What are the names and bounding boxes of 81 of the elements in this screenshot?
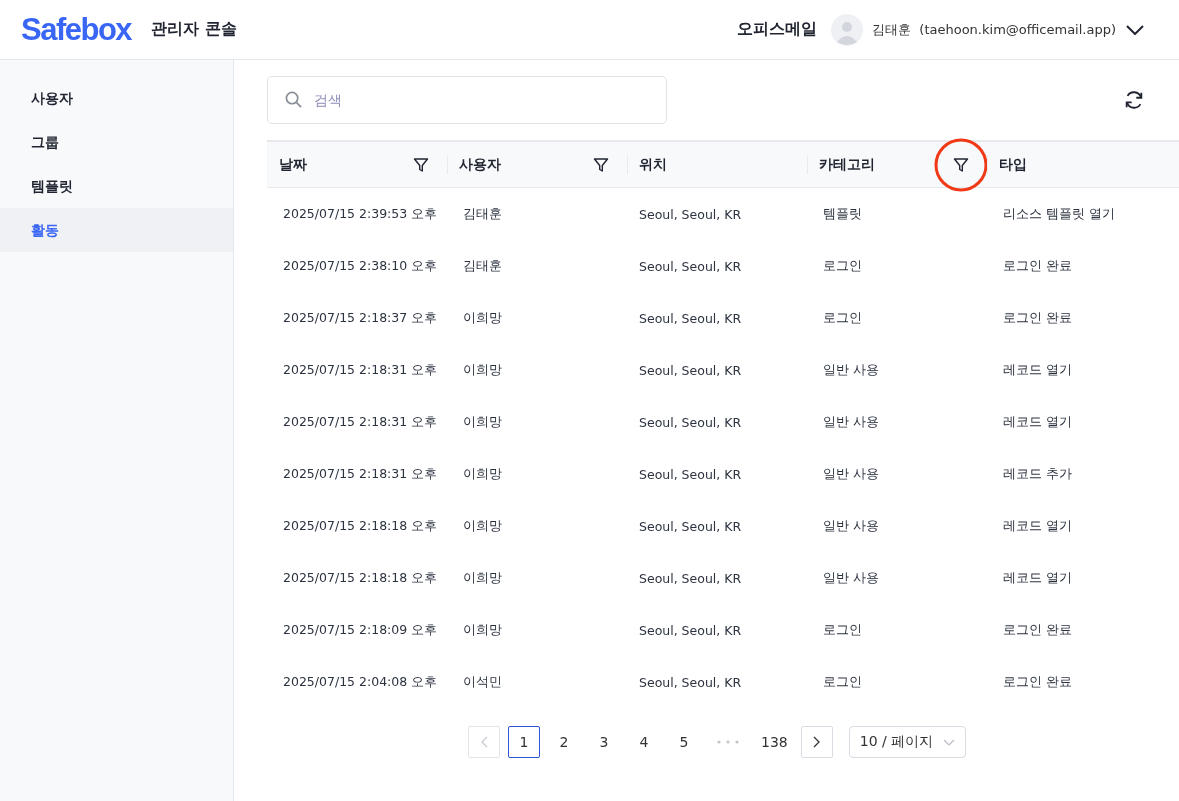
table-cell: 이희망 <box>463 621 502 639</box>
table-cell: 레코드 열기 <box>1003 517 1072 535</box>
page-button[interactable]: 1 <box>508 726 540 758</box>
table-cell: 로그인 <box>823 309 862 327</box>
table-cell: 이희망 <box>463 413 502 431</box>
table-cell: Seoul, Seoul, KR <box>639 518 742 534</box>
table-cell: 2025/07/15 2:38:10 오후 <box>283 257 438 275</box>
table-cell: Seoul, Seoul, KR <box>639 206 742 222</box>
table-cell: 로그인 완료 <box>1003 621 1072 639</box>
filter-icon[interactable] <box>593 156 609 173</box>
table-cell: Seoul, Seoul, KR <box>639 674 742 690</box>
table-cell: 이희망 <box>463 465 502 483</box>
table-cell: 레코드 추가 <box>1003 465 1072 483</box>
table-cell: 로그인 완료 <box>1003 309 1072 327</box>
page-button[interactable]: 2 <box>548 726 580 758</box>
table-cell: 레코드 열기 <box>1003 361 1072 379</box>
search-icon <box>285 91 302 108</box>
organization-name: 오피스메일 <box>737 19 818 40</box>
table-cell: 레코드 열기 <box>1003 569 1072 587</box>
column-header: 타입 <box>999 155 1027 174</box>
table-cell: 2025/07/15 2:18:18 오후 <box>283 517 438 535</box>
table-cell: 이희망 <box>463 517 502 535</box>
chevron-left-icon <box>480 736 488 748</box>
table-cell: 레코드 열기 <box>1003 413 1072 431</box>
table-cell: 이희망 <box>463 361 502 379</box>
console-title: 관리자 콘솔 <box>151 19 237 40</box>
refresh-icon[interactable] <box>1123 89 1145 111</box>
sidebar-item[interactable]: 사용자 <box>0 76 233 120</box>
table-cell: 일반 사용 <box>823 413 879 431</box>
user-name: 김태훈 <box>872 20 912 39</box>
table-cell: 김태훈 <box>463 205 502 223</box>
filter-icon[interactable] <box>413 156 429 173</box>
table-cell: Seoul, Seoul, KR <box>639 622 742 638</box>
table-cell: 로그인 <box>823 257 862 275</box>
chevron-down-icon <box>943 738 956 746</box>
table-cell: 이희망 <box>463 569 502 587</box>
sidebar-item[interactable]: 그룹 <box>0 120 233 164</box>
search-field[interactable]: 검색 <box>267 76 667 124</box>
sidebar-item[interactable]: 활동 <box>0 208 233 252</box>
table-cell: Seoul, Seoul, KR <box>639 258 742 274</box>
table-cell: 2025/07/15 2:18:09 오후 <box>283 621 438 639</box>
table-cell: 이석민 <box>463 673 502 691</box>
table-cell: 로그인 완료 <box>1003 257 1072 275</box>
table-cell: 2025/07/15 2:04:08 오후 <box>283 673 438 691</box>
page-size-select[interactable]: 10 / 페이지 <box>848 726 967 758</box>
table-cell: Seoul, Seoul, KR <box>639 570 742 586</box>
table-cell: 2025/07/15 2:18:31 오후 <box>283 413 438 431</box>
table-cell: 일반 사용 <box>823 465 879 483</box>
table-cell: 김태훈 <box>463 257 502 275</box>
table-cell: 로그인 완료 <box>1003 673 1072 691</box>
page-button[interactable]: 3 <box>588 726 620 758</box>
chevron-down-icon[interactable] <box>1126 24 1144 35</box>
table-cell: 로그인 <box>823 673 862 691</box>
column-header: 날짜 <box>279 155 307 174</box>
table-cell: 일반 사용 <box>823 569 879 587</box>
table-cell: 이희망 <box>463 309 502 327</box>
table-cell: 2025/07/15 2:18:31 오후 <box>283 465 438 483</box>
filter-icon[interactable] <box>953 156 969 173</box>
sidebar-item[interactable]: 템플릿 <box>0 164 233 208</box>
table-cell: Seoul, Seoul, KR <box>639 310 742 326</box>
column-header: 사용자 <box>459 155 501 174</box>
page-button[interactable]: 5 <box>668 726 700 758</box>
table-cell: Seoul, Seoul, KR <box>639 414 742 430</box>
page-button[interactable]: 138 <box>756 726 793 758</box>
page-button[interactable]: 4 <box>628 726 660 758</box>
table-cell: 2025/07/15 2:18:18 오후 <box>283 569 438 587</box>
user-email: (taehoon.kim@officemail.app) <box>919 22 1116 37</box>
table-cell: 템플릿 <box>823 205 862 223</box>
table-cell: Seoul, Seoul, KR <box>639 362 742 378</box>
table-cell: Seoul, Seoul, KR <box>639 466 742 482</box>
table-cell: 일반 사용 <box>823 361 879 379</box>
table-cell: 2025/07/15 2:18:31 오후 <box>283 361 438 379</box>
chevron-right-icon <box>812 736 821 748</box>
table-cell: 2025/07/15 2:18:37 오후 <box>283 309 438 327</box>
logo[interactable]: Safebox <box>21 11 132 48</box>
column-header: 카테고리 <box>819 155 875 174</box>
table-cell: 리소스 템플릿 열기 <box>1003 205 1115 223</box>
table-cell: 일반 사용 <box>823 517 879 535</box>
table-cell: 2025/07/15 2:39:53 오후 <box>283 205 438 223</box>
column-header: 위치 <box>639 155 667 174</box>
table-cell: 로그인 <box>823 621 862 639</box>
